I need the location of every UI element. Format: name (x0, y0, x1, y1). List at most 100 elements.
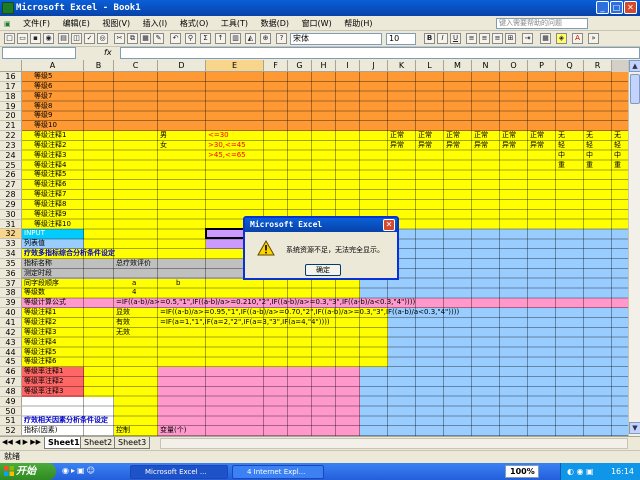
cell-a46[interactable]: 等级率注释1 (22, 367, 152, 377)
cell-q22[interactable]: 无 (556, 131, 584, 141)
cell-d22[interactable]: 男 (158, 131, 206, 141)
row-header[interactable]: 46 (0, 367, 22, 378)
cell-a34[interactable]: 疗效多指标综合分析条件设定 (22, 249, 152, 259)
row-header[interactable]: 44 (0, 347, 22, 358)
row-header[interactable]: 48 (0, 386, 22, 397)
show-desktop-icon[interactable]: ▣ (77, 466, 87, 475)
cell-a30[interactable]: 等级注释9 (22, 210, 152, 220)
cell-r24[interactable]: 中 (584, 151, 612, 161)
scroll-thumb[interactable] (630, 74, 640, 104)
spelling-icon[interactable]: ✓ (84, 33, 95, 44)
help-search-input[interactable]: 键入需要帮助的问题 (496, 18, 588, 29)
column-header[interactable]: E (206, 60, 264, 72)
row-header[interactable]: 43 (0, 337, 22, 348)
cell-c38[interactable]: 4 (114, 288, 158, 298)
cell-p23[interactable]: 异常 (528, 141, 556, 151)
print-preview-icon[interactable]: ◫ (71, 33, 82, 44)
row-header[interactable]: 45 (0, 357, 22, 368)
cell-p22[interactable]: 正常 (528, 131, 556, 141)
cell-a32[interactable]: INPUT (22, 229, 152, 239)
cell-m22[interactable]: 正常 (444, 131, 472, 141)
row-header[interactable]: 52 (0, 426, 22, 437)
row-header[interactable]: 22 (0, 131, 22, 141)
cell-a26[interactable]: 等级注释5 (22, 170, 152, 180)
row-header[interactable]: 21 (0, 121, 22, 132)
font-color-icon[interactable]: A (572, 33, 583, 44)
cell-l23[interactable]: 异常 (416, 141, 444, 151)
drawing-icon[interactable]: ◭ (245, 33, 256, 44)
cell-a16[interactable]: 等级5 (22, 72, 152, 82)
merge-center-icon[interactable]: ⊞ (505, 33, 516, 44)
cell-a23[interactable]: 等级注释2 (22, 141, 152, 151)
menu-tools[interactable]: 工具(T) (216, 16, 253, 31)
row-header[interactable]: 19 (0, 101, 22, 112)
task-internet-explorer[interactable]: 4 Internet Expl... (232, 465, 324, 479)
copy-icon[interactable]: ⧉ (127, 33, 138, 44)
row-header[interactable]: 39 (0, 298, 22, 309)
row-header[interactable]: 40 (0, 308, 22, 318)
permission-icon[interactable]: ◉ (43, 33, 54, 44)
column-header[interactable]: C (114, 60, 158, 72)
cell-c37[interactable]: a (114, 279, 158, 289)
cell-a45[interactable]: 等级注释6 (22, 357, 152, 367)
row-header[interactable]: 30 (0, 209, 22, 220)
row-header[interactable]: 23 (0, 140, 22, 151)
messenger-icon[interactable]: ☺ (87, 466, 97, 475)
ok-button[interactable]: 确定 (305, 264, 341, 276)
column-header[interactable]: J (360, 60, 388, 72)
restore-button[interactable]: □ (610, 1, 623, 14)
cell-k23[interactable]: 异常 (388, 141, 416, 151)
menu-format[interactable]: 格式(O) (175, 16, 214, 31)
cell-c39[interactable]: =IF((a-b)/a>=0.5,"1",IF((a-b)/a>=0.210,"… (114, 298, 628, 308)
cell-n22[interactable]: 正常 (472, 131, 500, 141)
cell-a28[interactable]: 等级注释7 (22, 190, 152, 200)
row-header[interactable]: 26 (0, 170, 22, 181)
row-header[interactable]: 29 (0, 199, 22, 210)
scroll-up-icon[interactable]: ▲ (629, 60, 640, 72)
row-header[interactable]: 49 (0, 396, 22, 407)
cell-a43[interactable]: 等级注释4 (22, 338, 152, 348)
column-header[interactable]: D (158, 60, 206, 72)
cell-a20[interactable]: 等级9 (22, 111, 152, 121)
menu-help[interactable]: 帮助(H) (339, 16, 377, 31)
row-header[interactable]: 34 (0, 249, 22, 259)
cell-r25[interactable]: 重 (584, 161, 612, 171)
cell-c52[interactable]: 控制 (114, 426, 158, 436)
cell-a22[interactable]: 等级注释1 (22, 131, 152, 141)
row-header[interactable]: 16 (0, 72, 22, 82)
column-header[interactable]: M (444, 60, 472, 72)
row-header[interactable]: 27 (0, 180, 22, 191)
font-name-select[interactable]: 宋体 (290, 33, 382, 45)
row-header[interactable]: 24 (0, 150, 22, 161)
cell-n23[interactable]: 异常 (472, 141, 500, 151)
research-icon[interactable]: ◎ (97, 33, 108, 44)
save-icon[interactable]: ▪ (30, 33, 41, 44)
cell-k22[interactable]: 正常 (388, 131, 416, 141)
column-header[interactable]: P (528, 60, 556, 72)
column-header[interactable]: R (584, 60, 612, 72)
cell-o23[interactable]: 异常 (500, 141, 528, 151)
toolbar-options-icon[interactable]: » (588, 33, 599, 44)
underline-button[interactable]: U (450, 33, 461, 44)
cell-a33[interactable]: 列表值 (22, 239, 152, 249)
tab-sheet1[interactable]: Sheet1 (44, 437, 84, 449)
fill-color-icon[interactable]: ◈ (556, 33, 567, 44)
close-button[interactable]: ✕ (624, 1, 637, 14)
cell-d40[interactable]: =IF((a-b)/a>=0.95,"1",IF((a-b)/a>=0.70,"… (158, 308, 628, 318)
cell-e23[interactable]: >30,<=45 (206, 141, 264, 151)
zoom-icon[interactable]: ⊕ (260, 33, 271, 44)
cell-a29[interactable]: 等级注释8 (22, 200, 152, 210)
scroll-down-icon[interactable]: ▼ (629, 422, 640, 434)
cell-a17[interactable]: 等级6 (22, 82, 152, 92)
cell-a25[interactable]: 等级注释4 (22, 161, 152, 171)
row-header[interactable]: 41 (0, 318, 22, 328)
cell-d23[interactable]: 女 (158, 141, 206, 151)
bold-button[interactable]: B (424, 33, 435, 44)
column-header[interactable]: N (472, 60, 500, 72)
column-header[interactable]: G (288, 60, 312, 72)
cell-a47[interactable]: 等级率注释2 (22, 377, 152, 387)
cell-a51[interactable]: 疗效相关因素分析条件设定 (22, 416, 152, 426)
cell-a19[interactable]: 等级8 (22, 102, 152, 112)
cell-a21[interactable]: 等级10 (22, 121, 152, 131)
dialog-close-button[interactable]: ✕ (383, 219, 395, 231)
